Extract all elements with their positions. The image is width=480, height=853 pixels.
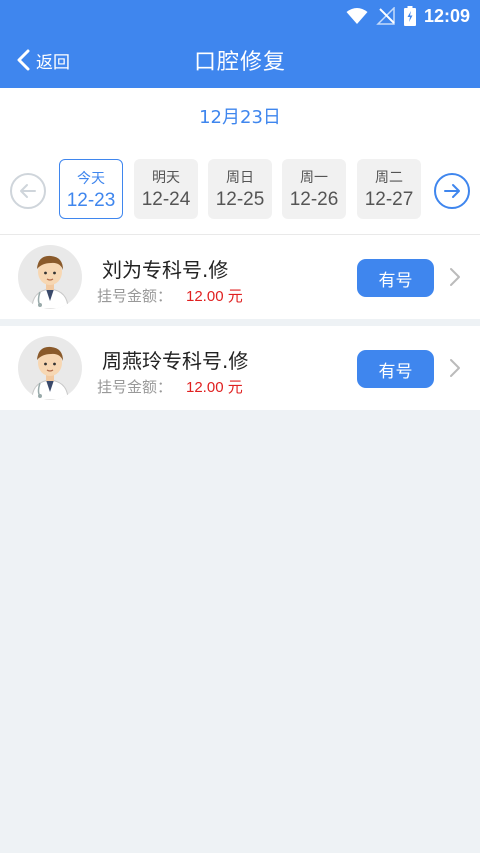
day-date: 12-26 xyxy=(289,189,339,210)
back-button[interactable]: 返回 xyxy=(16,32,70,88)
day-tab-sunday[interactable]: 周日 12-25 xyxy=(208,159,272,219)
doctor-avatar-icon xyxy=(31,255,69,309)
fee-label: 挂号金额： xyxy=(97,287,173,305)
fee-value: 12.00 元 xyxy=(186,288,243,305)
availability-button[interactable]: 有号 xyxy=(357,259,434,297)
chevron-right-icon xyxy=(450,268,460,286)
doctor-avatar xyxy=(18,245,82,309)
day-tab-today[interactable]: 今天 12-23 xyxy=(59,159,123,219)
arrow-left-icon xyxy=(20,184,36,198)
prev-week-button[interactable] xyxy=(10,173,46,209)
nav-bar: 返回 口腔修复 xyxy=(0,32,480,88)
day-date: 12-27 xyxy=(364,189,414,210)
day-weekday: 周一 xyxy=(300,170,328,186)
battery-icon xyxy=(403,6,416,26)
wifi-icon xyxy=(346,8,368,24)
clock: 12:09 xyxy=(423,5,470,26)
doctor-card[interactable]: 刘为专科号.修 挂号金额： 12.00 元 有号 xyxy=(0,235,480,319)
doctor-avatar xyxy=(18,336,82,400)
chevron-left-icon xyxy=(17,49,30,71)
day-date: 12-23 xyxy=(66,190,116,211)
day-tab-monday[interactable]: 周一 12-26 xyxy=(282,159,346,219)
current-date: 12月23日 xyxy=(199,107,281,128)
fee-value: 12.00 元 xyxy=(186,379,243,396)
day-date: 12-25 xyxy=(215,189,265,210)
page-title: 口腔修复 xyxy=(193,50,286,75)
back-label: 返回 xyxy=(36,52,70,73)
day-tab-tomorrow[interactable]: 明天 12-24 xyxy=(134,159,198,219)
day-weekday: 周二 xyxy=(375,170,403,186)
doctor-avatar-icon xyxy=(31,346,69,400)
chevron-right-icon xyxy=(450,359,460,377)
signal-icon xyxy=(376,7,395,25)
doctor-name: 刘为专科号.修 xyxy=(102,258,229,282)
day-date: 12-24 xyxy=(141,189,191,210)
date-selector: 12月23日 今天 12-23 明天 12-24 周日 12-25 周一 12-… xyxy=(0,88,480,235)
availability-button[interactable]: 有号 xyxy=(357,350,434,388)
day-weekday: 今天 xyxy=(77,171,105,187)
next-week-button[interactable] xyxy=(434,173,470,209)
fee-label: 挂号金额： xyxy=(97,378,173,396)
doctor-card[interactable]: 周燕玲专科号.修 挂号金额： 12.00 元 有号 xyxy=(0,326,480,410)
doctor-name: 周燕玲专科号.修 xyxy=(102,349,249,373)
arrow-right-icon xyxy=(444,184,460,198)
day-weekday: 明天 xyxy=(152,170,180,186)
day-tab-tuesday[interactable]: 周二 12-27 xyxy=(357,159,421,219)
day-weekday: 周日 xyxy=(226,170,254,186)
top-bar: 12:09 返回 口腔修复 xyxy=(0,0,480,88)
days-row: 今天 12-23 明天 12-24 周日 12-25 周一 12-26 周二 1… xyxy=(10,159,470,221)
status-bar: 12:09 xyxy=(0,0,480,32)
